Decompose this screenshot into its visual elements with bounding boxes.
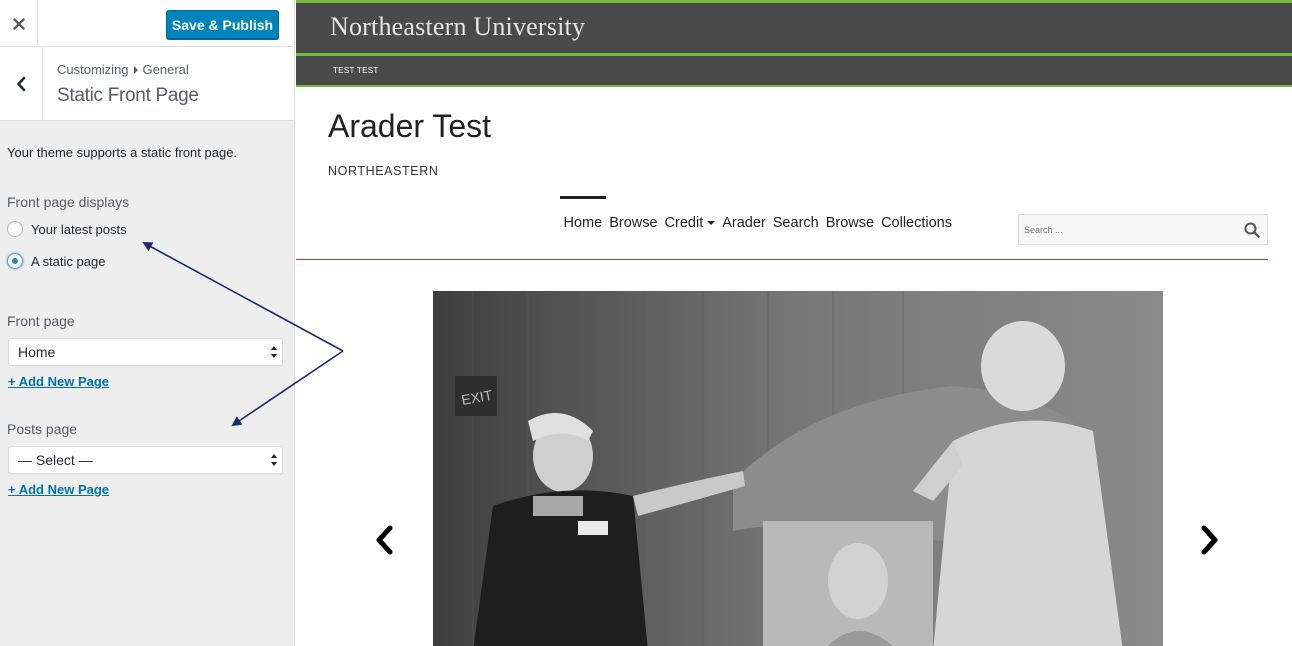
radio-static-page[interactable]: A static page (7, 253, 105, 269)
search-button[interactable] (1244, 222, 1260, 243)
add-new-front-page-link[interactable]: + Add New Page (8, 374, 109, 389)
slider-next-button[interactable] (1198, 525, 1220, 560)
sub-bar-label[interactable]: TEST TEST (333, 66, 379, 75)
nav-item-browse-2[interactable]: Browse (822, 196, 877, 252)
front-page-select-value: Home (18, 344, 56, 360)
slider-prev-button[interactable] (374, 525, 396, 560)
breadcrumb-root: Customizing (57, 62, 129, 77)
slider-photo: EXIT (433, 291, 1163, 646)
add-new-posts-page-link[interactable]: + Add New Page (8, 482, 109, 497)
main-navigation: Home Browse Credit Arader Search Browse … (560, 196, 956, 252)
nav-item-home[interactable]: Home (560, 196, 606, 252)
back-button[interactable] (0, 47, 43, 120)
nav-item-arader[interactable]: Arader (719, 196, 770, 252)
nav-divider (296, 259, 1268, 260)
nav-label: Browse (609, 215, 658, 231)
breadcrumb-section: General (142, 62, 189, 77)
front-page-displays-label: Front page displays (7, 194, 130, 210)
chevron-left-icon (376, 525, 393, 555)
nav-item-credit[interactable]: Credit (661, 196, 719, 252)
front-page-select[interactable]: Home (8, 338, 283, 366)
site-title[interactable]: Arader Test (328, 108, 491, 145)
nav-label: Credit (664, 215, 704, 231)
search-input[interactable] (1019, 215, 1229, 244)
radio-button-selected[interactable] (7, 253, 23, 269)
chevron-left-icon (17, 76, 26, 91)
site-preview: Northeastern University TEST TEST Arader… (296, 0, 1292, 646)
search-icon (1244, 222, 1260, 238)
panel-header: Customizing General Static Front Page (0, 47, 294, 121)
close-customizer-button[interactable] (0, 0, 38, 47)
posts-page-select[interactable]: — Select — (8, 446, 283, 474)
caret-down-icon (707, 221, 716, 226)
radio-button[interactable] (7, 221, 23, 237)
panel-title: Static Front Page (57, 85, 199, 106)
university-name[interactable]: Northeastern University (330, 12, 585, 42)
radio-label: Your latest posts (31, 221, 127, 237)
nav-label: Home (563, 215, 603, 231)
select-arrows-icon (271, 454, 277, 466)
site-search (1018, 214, 1268, 245)
save-publish-button[interactable]: Save & Publish (166, 10, 279, 39)
radio-latest-posts[interactable]: Your latest posts (7, 221, 127, 237)
university-brand-bar: Northeastern University (296, 0, 1292, 56)
posts-page-label: Posts page (7, 421, 78, 437)
nav-label: Collections (881, 215, 952, 231)
nav-item-browse[interactable]: Browse (606, 196, 661, 252)
university-sub-bar: TEST TEST (296, 56, 1292, 87)
select-arrows-icon (271, 346, 277, 358)
nav-item-search[interactable]: Search (769, 196, 822, 252)
section-description: Your theme supports a static front page. (7, 145, 238, 160)
nav-label: Browse (825, 215, 875, 231)
customizer-topbar: Save & Publish (0, 0, 294, 47)
posts-page-select-value: — Select — (18, 452, 93, 468)
site-tagline: NORTHEASTERN (328, 164, 439, 178)
breadcrumb-separator-icon (133, 65, 138, 74)
nav-label: Arader (722, 215, 766, 231)
chevron-right-icon (1201, 525, 1218, 555)
radio-label: A static page (31, 253, 106, 269)
nav-item-collections[interactable]: Collections (878, 196, 956, 252)
breadcrumb: Customizing General (57, 62, 189, 77)
customizer-sidebar: Save & Publish Customizing General Stati… (0, 0, 295, 646)
nav-label: Search (772, 215, 819, 231)
close-icon (12, 17, 25, 30)
slider-image[interactable]: EXIT (433, 291, 1163, 646)
front-page-label: Front page (7, 313, 75, 329)
